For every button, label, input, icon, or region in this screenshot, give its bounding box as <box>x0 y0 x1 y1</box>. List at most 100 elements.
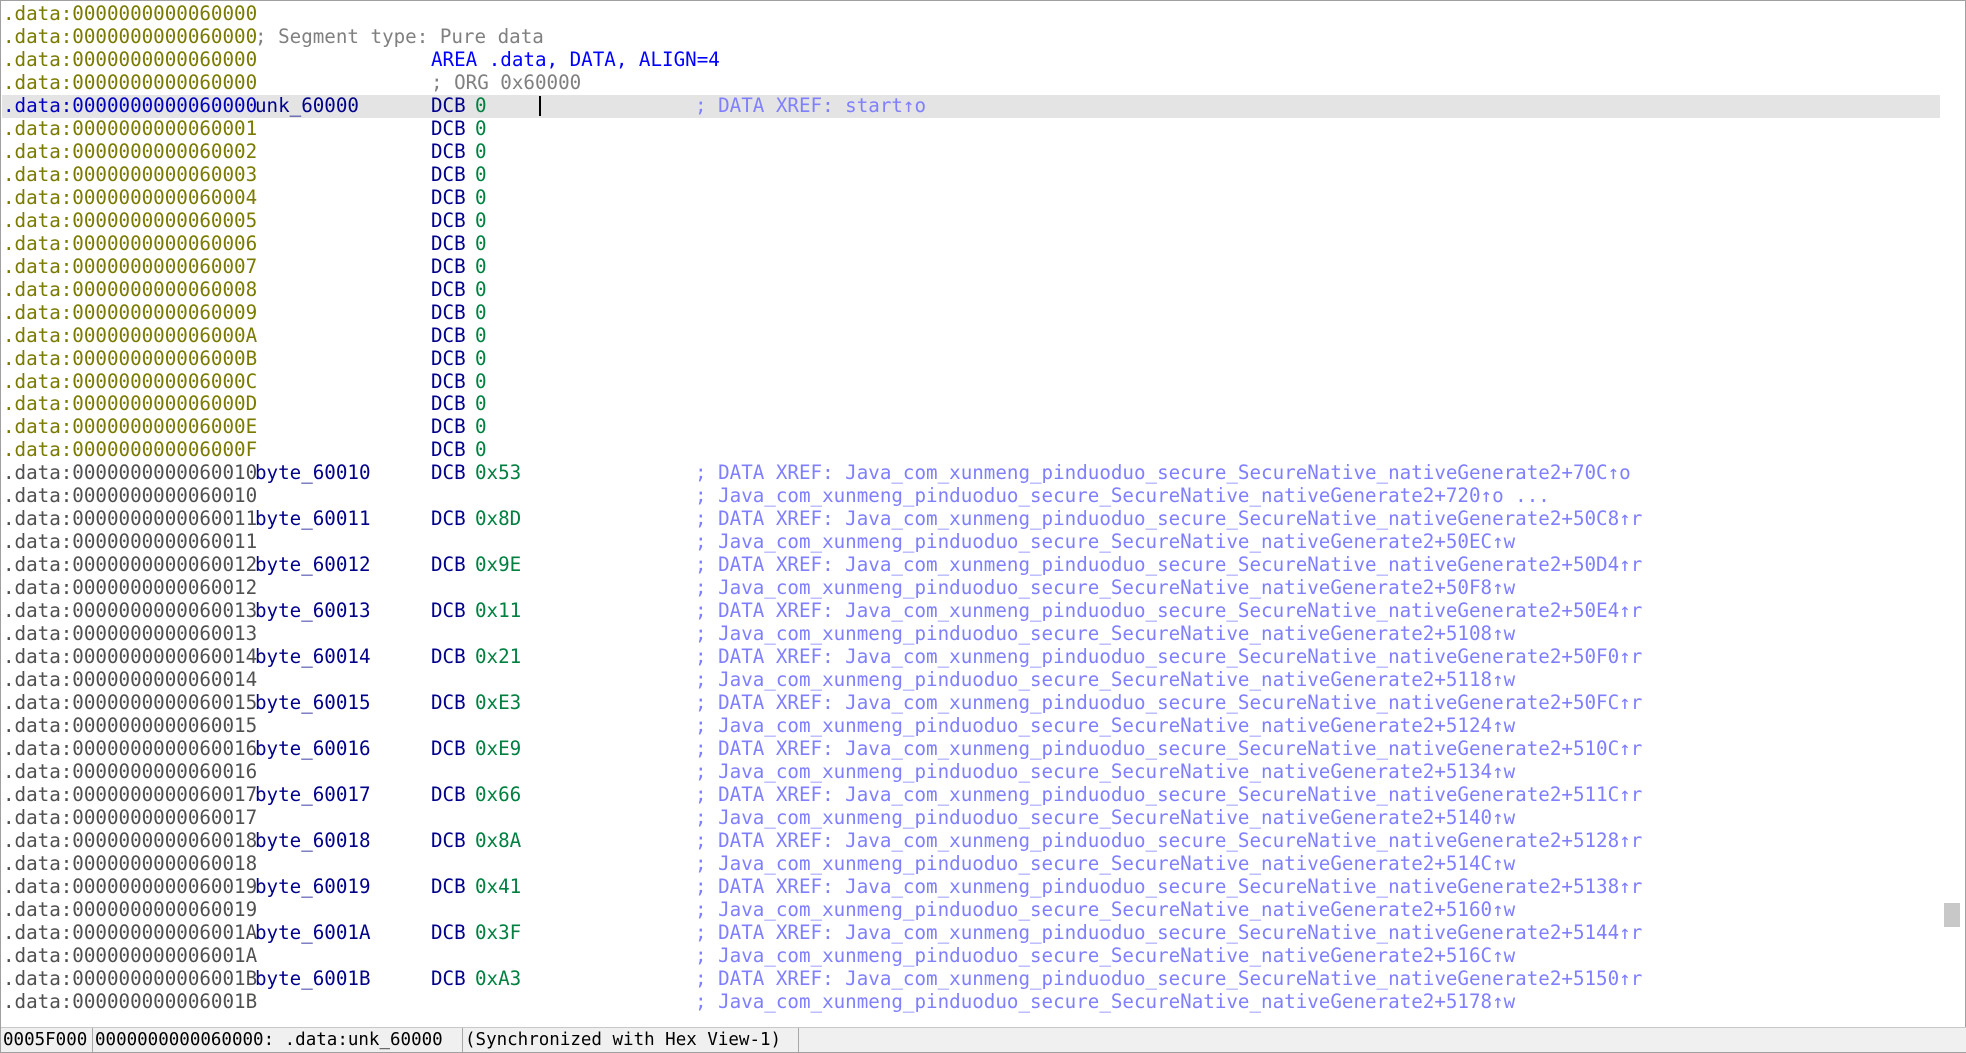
listing-row[interactable]: .data:0000000000060017 byte_60017 DCB 0x66;… <box>2 783 1940 807</box>
listing-row[interactable]: .data:0000000000060009 DCB 0 <box>2 301 1940 325</box>
data-label[interactable]: byte_60019 <box>255 875 371 899</box>
operand-value[interactable]: 0 <box>475 324 487 348</box>
operand-value[interactable]: 0x11 <box>475 599 521 623</box>
operand-value[interactable]: 0 <box>475 232 487 256</box>
data-label[interactable]: byte_60015 <box>255 691 371 715</box>
address[interactable]: .data:0000000000060014 <box>3 668 257 692</box>
xref-comment[interactable]: ; Java_com_xunmeng_pinduoduo_secure_Secu… <box>695 806 1515 830</box>
listing-row[interactable]: .data:0000000000060001 DCB 0 <box>2 117 1940 141</box>
address[interactable]: .data:0000000000060014 <box>3 645 257 669</box>
listing-row[interactable]: .data:0000000000060018 ; Java_com_xunmeng… <box>2 852 1940 876</box>
xref-comment[interactable]: ; DATA XREF: Java_com_xunmeng_pinduoduo_… <box>695 461 1631 485</box>
listing-row[interactable]: .data:0000000000060016 ; Java_com_xunmeng… <box>2 760 1940 784</box>
address[interactable]: .data:0000000000060012 <box>3 553 257 577</box>
operand-value[interactable]: 0 <box>475 370 487 394</box>
address[interactable]: .data:000000000006000A <box>3 324 257 348</box>
data-label[interactable]: byte_60011 <box>255 507 371 531</box>
address[interactable]: .data:0000000000060012 <box>3 576 257 600</box>
address[interactable]: .data:000000000006000B <box>3 347 257 371</box>
address[interactable]: .data:000000000006000D <box>3 392 257 416</box>
address[interactable]: .data:0000000000060009 <box>3 301 257 325</box>
operand-value[interactable]: 0 <box>475 186 487 210</box>
operand-value[interactable]: 0xE9 <box>475 737 521 761</box>
listing-row[interactable]: .data:0000000000060015 ; Java_com_xunmeng… <box>2 714 1940 738</box>
address[interactable]: .data:0000000000060015 <box>3 691 257 715</box>
xref-comment[interactable]: ; Java_com_xunmeng_pinduoduo_secure_Secu… <box>695 484 1550 508</box>
listing-row[interactable]: .data:0000000000060018 byte_60018 DCB 0x8A;… <box>2 829 1940 853</box>
operand-value[interactable]: 0 <box>475 117 487 141</box>
address[interactable]: .data:0000000000060006 <box>3 232 257 256</box>
data-label[interactable]: byte_60017 <box>255 783 371 807</box>
address[interactable]: .data:0000000000060001 <box>3 117 257 141</box>
address[interactable]: .data:0000000000060002 <box>3 140 257 164</box>
listing-row[interactable]: .data:000000000006001A ; Java_com_xunmeng… <box>2 944 1940 968</box>
listing-row[interactable]: .data:0000000000060016 byte_60016 DCB 0xE9;… <box>2 737 1940 761</box>
listing-row[interactable]: .data:0000000000060019 byte_60019 DCB 0x41;… <box>2 875 1940 899</box>
address[interactable]: .data:0000000000060013 <box>3 599 257 623</box>
data-label[interactable]: byte_60018 <box>255 829 371 853</box>
xref-comment[interactable]: ; Java_com_xunmeng_pinduoduo_secure_Secu… <box>695 622 1515 646</box>
listing-row[interactable]: .data:0000000000060012 byte_60012 DCB 0x9E;… <box>2 553 1940 577</box>
listing-row[interactable]: .data:0000000000060002 DCB 0 <box>2 140 1940 164</box>
operand-value[interactable]: 0x9E <box>475 553 521 577</box>
xref-comment[interactable]: ; DATA XREF: Java_com_xunmeng_pinduoduo_… <box>695 553 1642 577</box>
listing-row[interactable]: .data:0000000000060011 ; Java_com_xunmeng… <box>2 530 1940 554</box>
listing-row[interactable]: .data:0000000000060003 DCB 0 <box>2 163 1940 187</box>
xref-comment[interactable]: ; DATA XREF: Java_com_xunmeng_pinduoduo_… <box>695 737 1642 761</box>
xref-comment[interactable]: ; DATA XREF: Java_com_xunmeng_pinduoduo_… <box>695 599 1642 623</box>
listing-row[interactable]: .data:000000000006000B DCB 0 <box>2 347 1940 371</box>
operand-value[interactable]: 0x3F <box>475 921 521 945</box>
address[interactable]: .data:0000000000060015 <box>3 714 257 738</box>
data-label[interactable]: byte_60013 <box>255 599 371 623</box>
listing-row[interactable]: .data:0000000000060010 byte_60010 DCB 0x53;… <box>2 461 1940 485</box>
listing-row[interactable]: .data:0000000000060004 DCB 0 <box>2 186 1940 210</box>
data-label[interactable]: byte_60012 <box>255 553 371 577</box>
operand-value[interactable]: 0 <box>475 347 487 371</box>
operand-value[interactable]: 0x8D <box>475 507 521 531</box>
listing-row[interactable]: .data:0000000000060013 ; Java_com_xunmeng… <box>2 622 1940 646</box>
listing-row[interactable]: .data:0000000000060019 ; Java_com_xunmeng… <box>2 898 1940 922</box>
address[interactable]: .data:0000000000060016 <box>3 760 257 784</box>
listing-row[interactable]: .data:000000000006001A byte_6001A DCB 0x3F;… <box>2 921 1940 945</box>
listing-row[interactable]: .data:0000000000060006 DCB 0 <box>2 232 1940 256</box>
address[interactable]: .data:000000000006000C <box>3 370 257 394</box>
operand-value[interactable]: 0x8A <box>475 829 521 853</box>
address[interactable]: .data:000000000006001B <box>3 967 257 991</box>
operand-value[interactable]: 0x53 <box>475 461 521 485</box>
address[interactable]: .data:0000000000060018 <box>3 829 257 853</box>
listing-row[interactable]: .data:0000000000060013 byte_60013 DCB 0x11;… <box>2 599 1940 623</box>
address[interactable]: .data:0000000000060004 <box>3 186 257 210</box>
listing-row-current[interactable]: .data:0000000000060000 unk_60000 DCB 0 ; DAT… <box>2 94 1940 118</box>
listing-row[interactable]: .data:0000000000060007 DCB 0 <box>2 255 1940 279</box>
xref-comment[interactable]: ; Java_com_xunmeng_pinduoduo_secure_Secu… <box>695 668 1515 692</box>
data-label[interactable]: byte_60014 <box>255 645 371 669</box>
xref-comment[interactable]: ; DATA XREF: start↑o <box>695 94 926 118</box>
address[interactable]: .data:0000000000060000 <box>3 71 257 95</box>
vertical-scrollbar[interactable] <box>1940 3 1964 1027</box>
operand-value[interactable]: 0x66 <box>475 783 521 807</box>
listing-row[interactable]: .data:000000000006000F DCB 0 <box>2 438 1940 462</box>
operand-value[interactable]: 0 <box>475 94 487 118</box>
operand-value[interactable]: 0 <box>475 438 487 462</box>
address[interactable]: .data:000000000006000F <box>3 438 257 462</box>
xref-comment[interactable]: ; DATA XREF: Java_com_xunmeng_pinduoduo_… <box>695 875 1642 899</box>
address[interactable]: .data:000000000006000E <box>3 415 257 439</box>
data-label[interactable]: byte_6001B <box>255 967 371 991</box>
listing-row[interactable]: .data:000000000006001B ; Java_com_xunmeng… <box>2 990 1940 1014</box>
address[interactable]: .data:000000000006001B <box>3 990 257 1014</box>
listing-row[interactable]: .data:0000000000060005 DCB 0 <box>2 209 1940 233</box>
xref-comment[interactable]: ; Java_com_xunmeng_pinduoduo_secure_Secu… <box>695 852 1515 876</box>
xref-comment[interactable]: ; Java_com_xunmeng_pinduoduo_secure_Secu… <box>695 576 1515 600</box>
xref-comment[interactable]: ; DATA XREF: Java_com_xunmeng_pinduoduo_… <box>695 645 1642 669</box>
listing-row[interactable]: .data:0000000000060017 ; Java_com_xunmeng… <box>2 806 1940 830</box>
operand-value[interactable]: 0x21 <box>475 645 521 669</box>
operand-value[interactable]: 0 <box>475 140 487 164</box>
listing-row[interactable]: .data:0000000000060000 ; ORG 0x60000 <box>2 71 1940 95</box>
address[interactable]: .data:0000000000060000 <box>3 94 257 118</box>
xref-comment[interactable]: ; DATA XREF: Java_com_xunmeng_pinduoduo_… <box>695 691 1642 715</box>
address[interactable]: .data:0000000000060013 <box>3 622 257 646</box>
listing-row[interactable]: .data:0000000000060014 byte_60014 DCB 0x21;… <box>2 645 1940 669</box>
operand-value[interactable]: 0 <box>475 255 487 279</box>
address[interactable]: .data:0000000000060000 <box>3 48 257 72</box>
data-label[interactable]: byte_60016 <box>255 737 371 761</box>
